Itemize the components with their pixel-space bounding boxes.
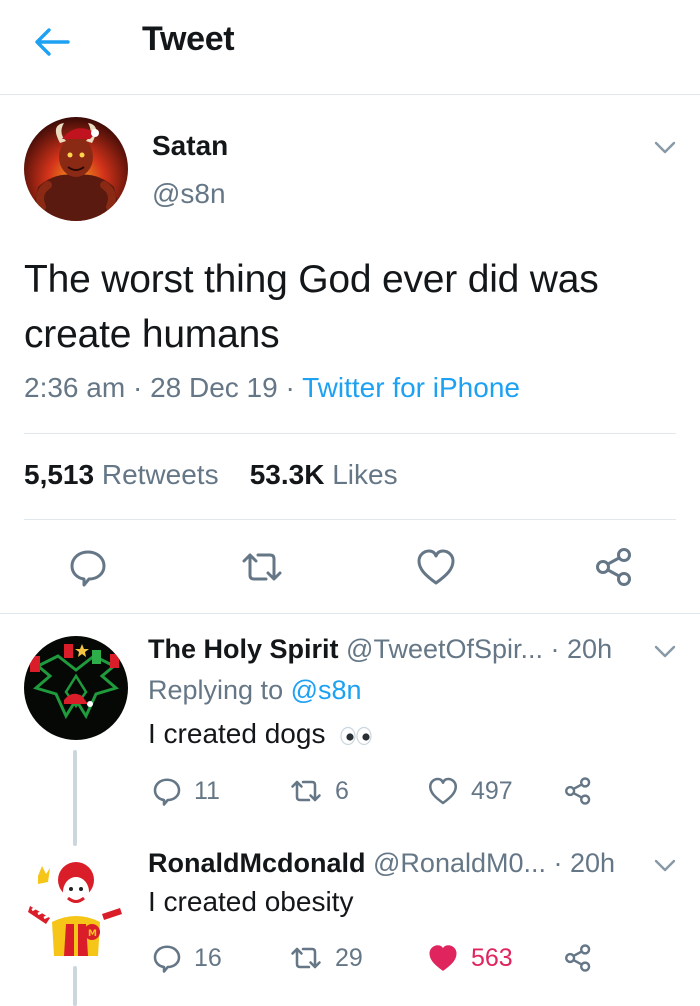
like-count: 563 [471, 943, 513, 972]
replying-to-label: Replying to [148, 675, 284, 705]
like-icon [428, 777, 458, 805]
likes-label: Likes [332, 459, 398, 490]
share-icon [565, 777, 591, 805]
reply-button[interactable] [62, 541, 114, 593]
replying-to-mention[interactable]: @s8n [291, 675, 362, 705]
back-button[interactable] [30, 22, 74, 62]
meta-separator: · [285, 372, 295, 403]
thread-line [73, 750, 77, 846]
reply-retweet-button[interactable]: 29 [289, 938, 363, 978]
replying-to: Replying to @s8n [148, 675, 362, 706]
reply-like-button[interactable]: 563 [427, 938, 513, 978]
like-filled-icon [429, 945, 457, 971]
retweet-icon [291, 947, 321, 969]
tweet-time: 2:36 am [24, 372, 126, 403]
reply-time: · 20h [553, 848, 616, 878]
tweet-menu-button[interactable] [652, 134, 678, 160]
retweet-icon [242, 553, 282, 581]
retweets-stat[interactable]: 5,513 Retweets [24, 459, 219, 490]
reply-icon [153, 778, 181, 806]
reply-display-name[interactable]: RonaldMcdonald [148, 848, 366, 878]
header-divider [0, 94, 700, 95]
retweet-count: 6 [335, 776, 349, 805]
reply-retweet-button[interactable]: 6 [289, 771, 349, 811]
retweet-button[interactable] [236, 541, 288, 593]
share-icon [565, 944, 591, 972]
reply-text: I created obesity [148, 886, 354, 917]
thread-line [73, 966, 77, 1006]
chevron-down-icon [654, 859, 676, 872]
reply-handle[interactable]: @RonaldM0... [373, 848, 546, 878]
reply-icon [70, 550, 106, 587]
reply-time: · 20h [550, 634, 613, 664]
like-button[interactable] [410, 541, 462, 593]
reply-count: 16 [194, 943, 222, 972]
tweet-date: 28 Dec 19 [150, 372, 278, 403]
retweet-icon [291, 780, 321, 802]
chevron-down-icon [654, 141, 676, 154]
tweet-text: The worst thing God ever did was create … [24, 258, 599, 356]
like-icon [417, 549, 455, 585]
reply-count: 11 [194, 776, 220, 805]
reply-menu-button[interactable] [652, 638, 678, 664]
reply-share-button[interactable] [563, 938, 593, 978]
svg-text:M: M [88, 929, 97, 939]
reply-header: RonaldMcdonald @RonaldM0... · 20h [148, 848, 615, 879]
tweet-stats: 5,513 Retweets 53.3K Likes [24, 459, 398, 491]
reply-handle[interactable]: @TweetOfSpir... [346, 634, 543, 664]
reply-display-name[interactable]: The Holy Spirit [148, 634, 339, 664]
eyes-icon [340, 726, 372, 745]
reply-text: I created dogs [148, 718, 373, 750]
likes-stat[interactable]: 53.3K Likes [250, 459, 398, 490]
reply-share-button[interactable] [563, 771, 593, 811]
tweet-meta: 2:36 am · 28 Dec 19 · Twitter for iPhone [24, 372, 520, 404]
stats-divider [24, 519, 676, 520]
retweet-count: 29 [335, 943, 363, 972]
retweets-label: Retweets [101, 459, 219, 490]
page-title: Tweet [142, 20, 235, 58]
display-name[interactable]: Satan [152, 130, 228, 162]
meta-divider [24, 433, 676, 434]
reply-header: The Holy Spirit @TweetOfSpir... · 20h [148, 634, 612, 665]
likes-count: 53.3K [249, 459, 325, 490]
meta-separator: · [132, 372, 143, 403]
share-icon [596, 548, 631, 586]
reply-icon [153, 945, 181, 973]
reply-like-button[interactable]: 497 [427, 771, 513, 811]
avatar[interactable]: M [24, 852, 128, 956]
like-count: 497 [471, 776, 513, 805]
chevron-down-icon [654, 645, 676, 658]
reply-reply-button[interactable]: 11 [152, 771, 220, 811]
retweets-count: 5,513 [24, 459, 95, 490]
reply-reply-button[interactable]: 16 [152, 938, 222, 978]
user-handle[interactable]: @s8n [152, 178, 226, 210]
share-button[interactable] [588, 541, 640, 593]
reply-body: I created dogs [148, 718, 326, 749]
avatar[interactable] [24, 117, 128, 221]
arrow-left-icon [35, 28, 70, 56]
section-divider [0, 613, 700, 614]
tweet-source-link[interactable]: Twitter for iPhone [302, 372, 520, 403]
reply-menu-button[interactable] [652, 852, 678, 878]
avatar[interactable] [24, 636, 128, 740]
